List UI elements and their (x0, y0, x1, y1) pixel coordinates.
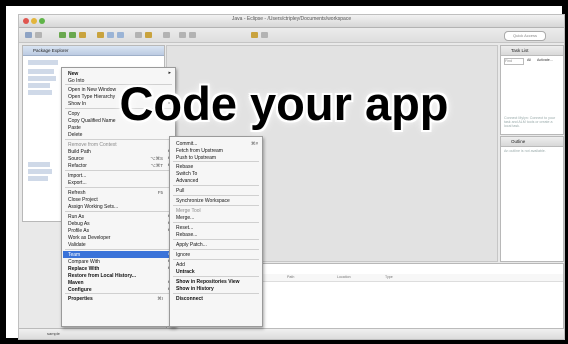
context_menu-refactor[interactable]: Refactor (68, 163, 87, 169)
menu-separator (173, 185, 259, 186)
menu-separator (65, 170, 172, 171)
menu-separator (173, 249, 259, 250)
team_menu-add[interactable]: Add (176, 262, 185, 268)
team_menu-switch-to[interactable]: Switch To (176, 171, 197, 177)
outline-message: An outline is not available. (504, 149, 546, 153)
team_menu-commit[interactable]: Commit... (176, 141, 197, 147)
task-activate-link[interactable]: Activate... (537, 58, 553, 62)
status-bar: sample (19, 328, 564, 339)
title-bar: Java - Eclipse - /Users/ctripley/Documen… (19, 15, 564, 28)
search-icon[interactable] (145, 32, 152, 38)
team_menu-merge[interactable]: Merge... (176, 215, 194, 221)
context_menu-team[interactable]: Team (68, 252, 80, 258)
menu-separator (173, 161, 259, 162)
context_menu-close-project[interactable]: Close Project (68, 197, 98, 203)
menu-separator (173, 205, 259, 206)
context_menu-run-as[interactable]: Run As (68, 214, 84, 220)
column-path[interactable]: Path (287, 275, 294, 279)
annotation-icon[interactable] (163, 32, 170, 38)
outline-tab[interactable]: Outline (501, 137, 563, 147)
menu-separator (65, 211, 172, 212)
outline-pane: Outline An outline is not available. (500, 136, 564, 262)
team_menu-show-in-history[interactable]: Show in History (176, 286, 214, 292)
menu-separator (173, 222, 259, 223)
context_menu-source[interactable]: Source (68, 156, 84, 162)
context_menu-replace-with[interactable]: Replace With (68, 266, 99, 272)
tree-item[interactable] (28, 176, 48, 181)
status-text: sample (47, 331, 60, 336)
back-icon[interactable] (179, 32, 186, 38)
team_menu-merge-tool[interactable]: Merge Tool (176, 208, 201, 214)
headline-overlay: Code your app (119, 77, 449, 130)
menu-separator (173, 293, 259, 294)
team_menu-disconnect[interactable]: Disconnect (176, 296, 203, 302)
column-type[interactable]: Type (385, 275, 393, 279)
tree-item[interactable] (28, 169, 52, 174)
eclipse-window: Java - Eclipse - /Users/ctripley/Documen… (18, 14, 565, 340)
team_menu-apply-patch[interactable]: Apply Patch... (176, 242, 207, 248)
package-explorer-tab[interactable]: Package Explorer (23, 46, 164, 56)
external-tools-icon[interactable] (79, 32, 86, 38)
context_menu-shortcut: F5 (157, 190, 163, 195)
team_menu-untrack[interactable]: Untrack (176, 269, 195, 275)
new-java-project-icon[interactable] (97, 32, 104, 38)
context_menu-work-as-developer[interactable]: Work as Developer (68, 235, 110, 241)
history-icon[interactable] (261, 32, 268, 38)
menu-separator (65, 187, 172, 188)
menu-separator (173, 195, 259, 196)
team_menu-ignore[interactable]: Ignore (176, 252, 190, 258)
team-submenu: Commit... ⌘# Fetch from Upstream Push to Up… (169, 136, 263, 327)
menu-separator (173, 276, 259, 277)
menu-separator (173, 239, 259, 240)
open-type-icon[interactable] (135, 32, 142, 38)
team_menu-rebase[interactable]: Rebase (176, 164, 193, 170)
menu-separator (65, 293, 172, 294)
context_menu-profile-as[interactable]: Profile As (68, 228, 89, 234)
context_menu-shortcut: ⌥⌘T (150, 163, 163, 168)
team_menu-shortcut: ⌘# (250, 141, 258, 146)
image-frame: Java - Eclipse - /Users/ctripley/Documen… (0, 0, 568, 344)
context_menu-import[interactable]: Import... (68, 173, 86, 179)
new-class-icon[interactable] (117, 32, 124, 38)
menu-separator (65, 139, 172, 140)
save-icon[interactable] (35, 32, 42, 38)
task-filter-all[interactable]: All (527, 58, 531, 62)
team_menu-synchronize-workspace[interactable]: Synchronize Workspace (176, 198, 230, 204)
main-toolbar: Quick Access (19, 28, 564, 43)
context_menu-shortcut: ⌥⌘S (150, 156, 163, 161)
quick-access-input[interactable]: Quick Access (504, 31, 546, 41)
navigate-icon[interactable] (251, 32, 258, 38)
team_menu-pull[interactable]: Pull (176, 188, 184, 194)
column-location[interactable]: Location (337, 275, 351, 279)
forward-icon[interactable] (189, 32, 196, 38)
window-title: Java - Eclipse - /Users/ctripley/Documen… (231, 16, 352, 22)
context_menu-assign-working-sets[interactable]: Assign Working Sets... (68, 204, 118, 210)
team_menu-reset[interactable]: Reset... (176, 225, 193, 231)
context_menu-remove-from-context[interactable]: Remove from Context (68, 142, 117, 148)
tree-item[interactable] (28, 60, 58, 65)
context_menu-shortcut: ⌘I (157, 296, 163, 301)
run-icon[interactable] (59, 32, 66, 38)
team_menu-rebase[interactable]: Rebase... (176, 232, 197, 238)
new-package-icon[interactable] (107, 32, 114, 38)
task-list-tab[interactable]: Task List (501, 46, 563, 56)
menu-separator (65, 249, 172, 250)
new-icon[interactable] (25, 32, 32, 38)
team_menu-advanced[interactable]: Advanced (176, 178, 198, 184)
team_menu-show-in-repositories-view[interactable]: Show in Repositories View (176, 279, 240, 285)
context_menu-restore-from-local-history[interactable]: Restore from Local History... (68, 273, 136, 279)
context_menu-build-path[interactable]: Build Path (68, 149, 91, 155)
context_menu-refresh[interactable]: Refresh (68, 190, 86, 196)
context_menu-compare-with[interactable]: Compare With (68, 259, 100, 265)
team_menu-fetch-from-upstream[interactable]: Fetch from Upstream (176, 148, 223, 154)
tree-item[interactable] (28, 162, 50, 167)
context_menu-debug-as[interactable]: Debug As (68, 221, 90, 227)
context_menu-validate[interactable]: Validate (68, 242, 86, 248)
debug-icon[interactable] (69, 32, 76, 38)
task-find-input[interactable]: Find (504, 58, 524, 65)
context_menu-properties[interactable]: Properties (68, 296, 93, 302)
context_menu-export[interactable]: Export... (68, 180, 87, 186)
context_menu-maven[interactable]: Maven (68, 280, 84, 286)
menu-separator (173, 259, 259, 260)
